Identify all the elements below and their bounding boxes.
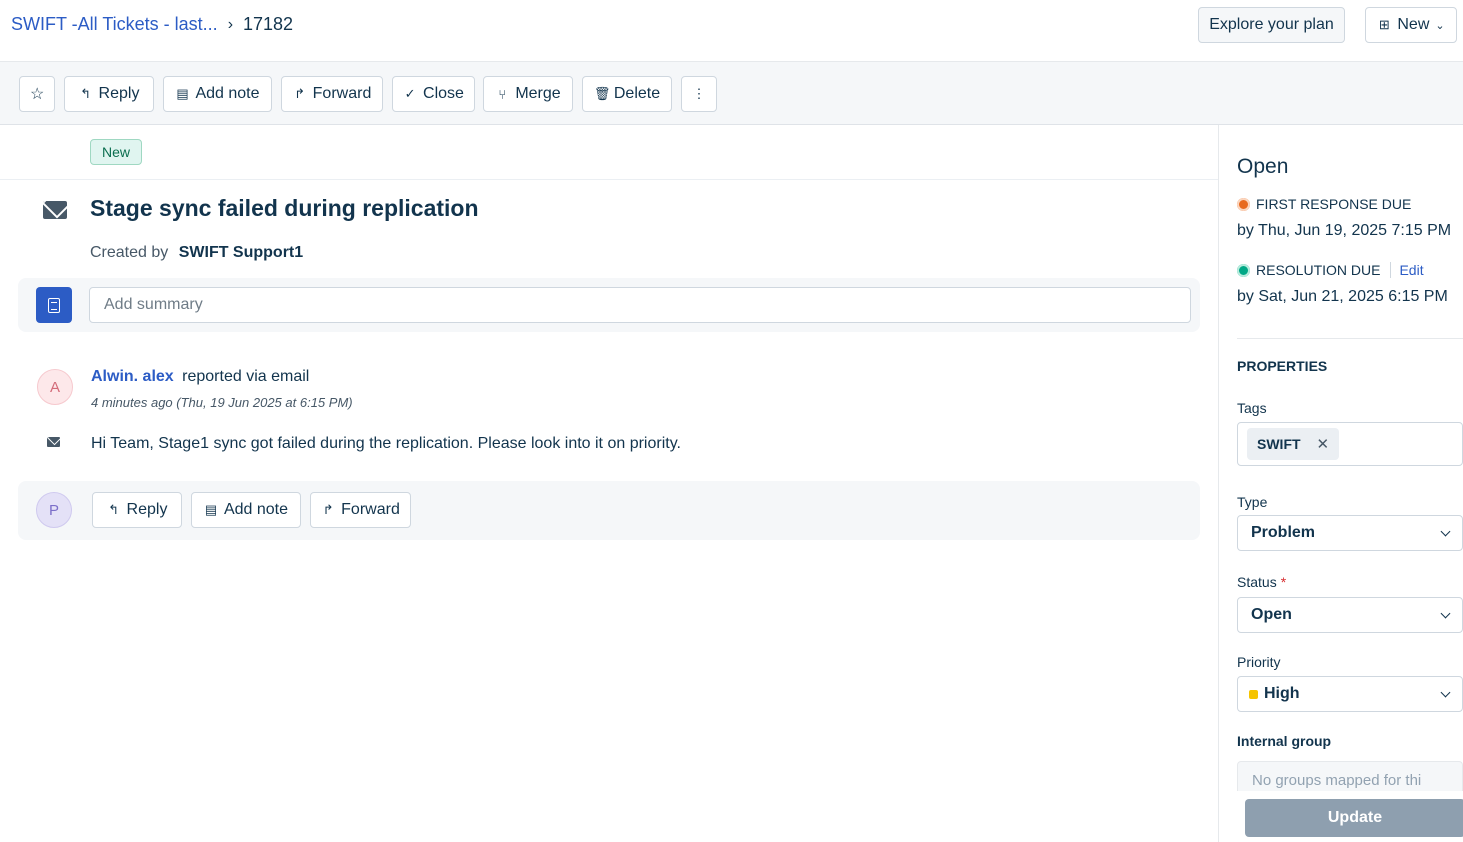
type-label: Type [1237,494,1268,510]
edit-due-link[interactable]: Edit [1390,262,1424,278]
divider [1237,338,1463,339]
status-value: Open [1251,606,1292,623]
created-by: Created by SWIFT Support1 [90,244,303,262]
chevron-down-icon [1440,687,1451,697]
explore-plan-label: Explore your plan [1209,16,1334,33]
summary-input[interactable] [89,287,1191,323]
ticket-toolbar: ☆ ↰ Reply ▤ Add note ↱ Forward ✓ Close ⑂… [0,62,1463,125]
status-badge: New [90,139,142,165]
ticket-status-heading: Open [1237,155,1289,178]
add-note-button[interactable]: ▤ Add note [163,76,272,112]
delete-label: Delete [613,85,661,102]
email-source-icon [47,437,60,447]
summary-icon [36,287,72,323]
more-options-button[interactable]: ⋮ [681,76,717,112]
reporter-avatar: A [37,369,73,405]
agent-avatar: P [36,492,72,528]
resolution-due: RESOLUTION DUE Edit [1237,262,1424,278]
merge-icon: ⑂ [498,86,507,102]
priority-value: High [1264,685,1300,702]
check-circle-icon: ✓ [404,86,416,101]
type-value: Problem [1251,524,1316,541]
delete-button[interactable]: 🗑 Delete [582,76,672,112]
new-label: New [1397,16,1430,33]
required-asterisk: * [1280,574,1287,590]
reply-button[interactable]: ↰ Reply [64,76,154,112]
ticket-main: New Stage sync failed during replication… [0,125,1218,842]
star-icon: ☆ [30,86,45,103]
reply-bar-forward-button[interactable]: ↱ Forward [310,492,411,528]
reply-bar-add-note-label: Add note [223,501,289,518]
message-body: Hi Team, Stage1 sync got failed during t… [91,435,681,452]
reply-icon: ↰ [108,502,119,517]
reply-bar-reply-button[interactable]: ↰ Reply [92,492,182,528]
plus-square-icon: ⊞ [1378,17,1390,32]
internal-group-select[interactable]: No groups mapped for thi [1237,761,1463,791]
resolution-label: RESOLUTION DUE [1256,262,1381,278]
priority-select[interactable]: High [1237,676,1463,712]
breadcrumb: SWIFT -All Tickets - last... › 17182 [11,14,293,35]
tags-label: Tags [1237,400,1267,416]
email-icon [43,201,67,219]
properties-sidebar: Open FIRST RESPONSE DUE by Thu, Jun 19, … [1218,125,1463,842]
reply-label: Reply [98,85,140,102]
status-select[interactable]: Open [1237,597,1463,633]
forward-button[interactable]: ↱ Forward [281,76,383,112]
chevron-down-icon [1440,526,1451,536]
reporter-name-link[interactable]: Alwin. alex [91,368,174,385]
reported-via: reported via email [182,368,310,385]
badge-row: New [0,125,1218,180]
forward-icon: ↱ [294,86,306,101]
remove-tag-icon[interactable]: ✕ [1317,435,1330,453]
forward-icon: ↱ [322,502,334,517]
merge-label: Merge [515,85,561,102]
priority-label: Priority [1237,654,1281,670]
first-response-date: by Thu, Jun 19, 2025 7:15 PM [1237,222,1452,239]
breadcrumb-ticket-id: 17182 [243,14,294,34]
internal-group-label: Internal group [1237,733,1332,749]
top-header: SWIFT -All Tickets - last... › 17182 Exp… [0,0,1463,62]
created-by-name: SWIFT Support1 [178,244,304,261]
message-timestamp: 4 minutes ago (Thu, 19 Jun 2025 at 6:15 … [91,395,353,410]
explore-plan-button[interactable]: Explore your plan [1198,7,1345,43]
reply-bar-forward-label: Forward [341,501,400,518]
new-button[interactable]: ⊞ New ⌄ [1365,7,1457,43]
close-label: Close [423,85,464,102]
orange-dot-icon [1237,197,1250,211]
status-label: Status * [1237,574,1286,590]
created-by-label: Created by [90,244,169,261]
breadcrumb-parent-link[interactable]: SWIFT -All Tickets - last... [11,14,218,35]
properties-heading: PROPERTIES [1237,358,1328,374]
reply-bar-reply-label: Reply [126,501,168,518]
green-dot-icon [1237,263,1250,277]
more-vertical-icon: ⋮ [692,86,706,101]
priority-color-icon [1249,689,1258,699]
update-button[interactable]: Update [1245,799,1463,837]
merge-button[interactable]: ⑂ Merge [483,76,573,112]
resolution-date: by Sat, Jun 21, 2025 6:15 PM [1237,288,1448,305]
chevron-down-icon: ⌄ [1435,19,1445,32]
add-note-label: Add note [195,85,260,102]
first-response-due: FIRST RESPONSE DUE [1237,196,1411,212]
tag-chip: SWIFT ✕ [1247,428,1340,460]
first-response-label: FIRST RESPONSE DUE [1256,196,1412,212]
reporter-line: Alwin. alex reported via email [91,368,309,386]
note-icon: ▤ [204,502,218,517]
forward-label: Forward [312,85,372,102]
reply-bar: P ↰ Reply ▤ Add note ↱ Forward [18,481,1200,540]
chevron-down-icon [1440,608,1451,618]
close-button[interactable]: ✓ Close [392,76,475,112]
chevron-right-icon: › [227,15,234,33]
ticket-title: Stage sync failed during replication [90,195,479,221]
trash-icon: 🗑 [593,86,611,101]
tag-label: SWIFT [1257,436,1301,452]
summary-section [18,278,1200,332]
status-label-text: Status [1237,574,1277,590]
reply-bar-add-note-button[interactable]: ▤ Add note [191,492,301,528]
note-icon: ▤ [176,86,189,101]
reply-icon: ↰ [80,86,91,101]
star-button[interactable]: ☆ [19,76,55,112]
type-select[interactable]: Problem [1237,515,1463,551]
tags-input[interactable]: SWIFT ✕ [1237,422,1463,466]
